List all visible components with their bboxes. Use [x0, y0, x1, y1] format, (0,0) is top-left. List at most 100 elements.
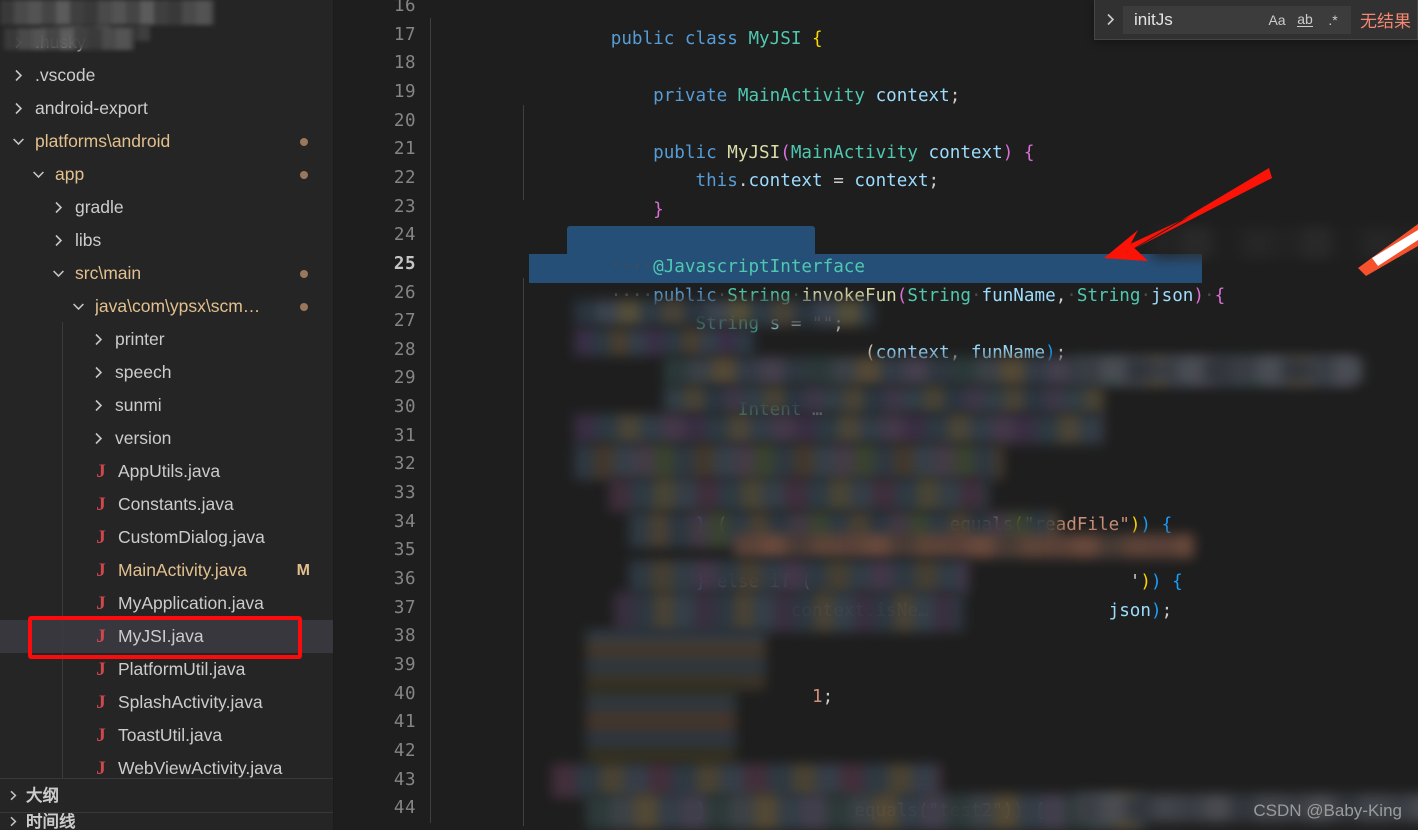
code-line-20: public MyJSI(MainActivity context) { [610, 143, 1035, 163]
code-line-29: Intent … [610, 400, 823, 420]
tree-item-apputils-java[interactable]: J AppUtils.java [0, 455, 333, 488]
tree-item-android-export[interactable]: android-export [0, 92, 333, 125]
tree-item-platformutil-java[interactable]: J PlatformUtil.java [0, 653, 333, 686]
sidebar-section-outline[interactable]: 大纲 [0, 778, 333, 813]
tree-item-myapplication-java[interactable]: J MyApplication.java [0, 587, 333, 620]
line-number-35: 35 [393, 540, 416, 561]
tree-item--husky[interactable]: .husky [0, 26, 333, 59]
tree-item-platforms-android[interactable]: platforms\android [0, 125, 333, 158]
chevron-down-icon[interactable] [50, 267, 67, 280]
find-input[interactable]: initJs [1134, 10, 1264, 30]
tree-item-toastutil-java[interactable]: J ToastUtil.java [0, 719, 333, 752]
line-number-31: 31 [393, 425, 416, 446]
tree-item-label: version [115, 428, 172, 448]
line-number-27: 27 [393, 311, 416, 332]
code-editor[interactable]: 16 17 18 19 20 21 22 23 24 25 26 27 28 29 30 31 32 33 34 35… [334, 0, 1418, 830]
line-number-25: 25 [393, 253, 416, 274]
tree-item-constants-java[interactable]: J Constants.java [0, 488, 333, 521]
tree-item-speech[interactable]: speech [0, 356, 333, 389]
tree-item-label: Constants.java [118, 494, 234, 514]
line-number-36: 36 [393, 569, 416, 589]
chevron-right-icon[interactable] [10, 69, 27, 82]
java-file-icon: J [96, 692, 106, 713]
match-case-icon[interactable]: Aa [1264, 9, 1290, 31]
chevron-right-icon[interactable] [90, 366, 107, 379]
tree-item--vscode[interactable]: .vscode [0, 59, 333, 92]
line-number-22: 22 [393, 167, 416, 188]
indent-guide [430, 18, 431, 823]
modified-dot-indicator [300, 269, 308, 278]
sidebar-section-label: 大纲 [26, 786, 59, 805]
git-status-badge: M [296, 562, 310, 579]
code-line-39: 1; [610, 687, 834, 707]
sidebar-section-timeline[interactable]: 时间线 [0, 812, 333, 830]
chevron-right-icon[interactable] [90, 399, 107, 412]
code-line-43: } equals("test2")) { [610, 801, 1046, 821]
tree-item-version[interactable]: version [0, 422, 333, 455]
line-number-24: 24 [393, 225, 416, 246]
tree-item-printer[interactable]: printer [0, 323, 333, 356]
file-tree[interactable]: .husky .vscode android-export platforms\and… [0, 26, 333, 812]
regex-icon[interactable]: .* [1320, 9, 1346, 31]
tree-item-label: AppUtils.java [118, 461, 221, 481]
line-number-43: 43 [393, 769, 416, 790]
tree-item-app[interactable]: app [0, 158, 333, 191]
tree-item-sunmi[interactable]: sunmi [0, 389, 333, 422]
line-number-23: 23 [393, 196, 416, 217]
find-widget[interactable]: initJs Aa ab .* 无结果 [1094, 0, 1418, 40]
find-input-wrapper[interactable]: initJs Aa ab .* [1123, 5, 1351, 34]
tree-item-splashactivity-java[interactable]: J SplashActivity.java [0, 686, 333, 719]
java-file-icon: J [96, 560, 106, 581]
tree-item-label: SplashActivity.java [118, 692, 263, 712]
redacted-overlay [4, 28, 134, 50]
tree-item-label: .vscode [35, 65, 96, 85]
redacted-code-block [1074, 357, 1364, 383]
chevron-right-icon[interactable] [50, 201, 67, 214]
tree-item-gradle[interactable]: gradle [0, 191, 333, 224]
chevron-right-icon-2 [0, 813, 26, 830]
explorer-sidebar: .husky .vscode android-export platforms\and… [0, 0, 334, 830]
line-number-41: 41 [393, 712, 416, 733]
chevron-right-icon[interactable] [90, 333, 107, 346]
chevron-right-icon[interactable] [90, 432, 107, 445]
modified-dot-indicator [300, 137, 308, 146]
tree-item-label: MyJSI.java [118, 626, 204, 646]
vscode-window: .husky .vscode android-export platforms\and… [0, 0, 1418, 830]
tree-item-label: java\com\ypsx\scm… [95, 296, 261, 316]
tree-item-label: app [55, 164, 85, 184]
chevron-right-icon[interactable] [10, 102, 27, 115]
line-number-20: 20 [393, 110, 416, 131]
java-file-icon: J [96, 461, 106, 482]
sidebar-section-label-2: 时间线 [26, 812, 76, 830]
chevron-down-icon[interactable] [10, 135, 27, 148]
tree-item-label: libs [75, 230, 102, 250]
java-file-icon: J [96, 494, 106, 515]
sidebar-bottom-sections: 大纲 时间线 [0, 778, 333, 830]
tree-item-label: PlatformUtil.java [118, 659, 246, 679]
chevron-right-icon [0, 779, 26, 813]
tree-item-customdialog-java[interactable]: J CustomDialog.java [0, 521, 333, 554]
tree-item-libs[interactable]: libs [0, 224, 333, 257]
code-content[interactable]: public class MyJSI { private MainActivit… [430, 0, 1418, 830]
find-options[interactable]: Aa ab .* [1264, 9, 1346, 31]
line-number-37: 37 [393, 597, 416, 618]
line-number-39: 39 [393, 654, 416, 675]
tree-item-label: speech [115, 362, 172, 382]
chevron-down-icon[interactable] [30, 168, 47, 181]
chevron-down-icon[interactable] [70, 300, 87, 313]
line-number-26: 26 [393, 282, 416, 303]
indent-guide [523, 278, 524, 826]
line-number-18: 18 [393, 53, 416, 74]
java-file-icon: J [96, 527, 106, 548]
code-line-33: } ( equals("readFile")) { [610, 515, 1173, 535]
tree-item-mainactivity-java[interactable]: J MainActivity.java M [0, 554, 333, 587]
watermark-text: CSDN @Baby-King [1253, 801, 1402, 820]
chevron-right-icon[interactable] [50, 234, 67, 247]
tree-item-java-com-ypsx-scm-[interactable]: java\com\ypsx\scm… [0, 290, 333, 323]
tree-item-myjsi-java[interactable]: J MyJSI.java [0, 620, 333, 653]
tree-item-label: platforms\android [35, 131, 171, 151]
whole-word-icon[interactable]: ab [1292, 9, 1318, 31]
find-expand-toggle-icon[interactable] [1097, 1, 1123, 39]
tree-item-label: CustomDialog.java [118, 527, 265, 547]
tree-item-src-main[interactable]: src\main [0, 257, 333, 290]
